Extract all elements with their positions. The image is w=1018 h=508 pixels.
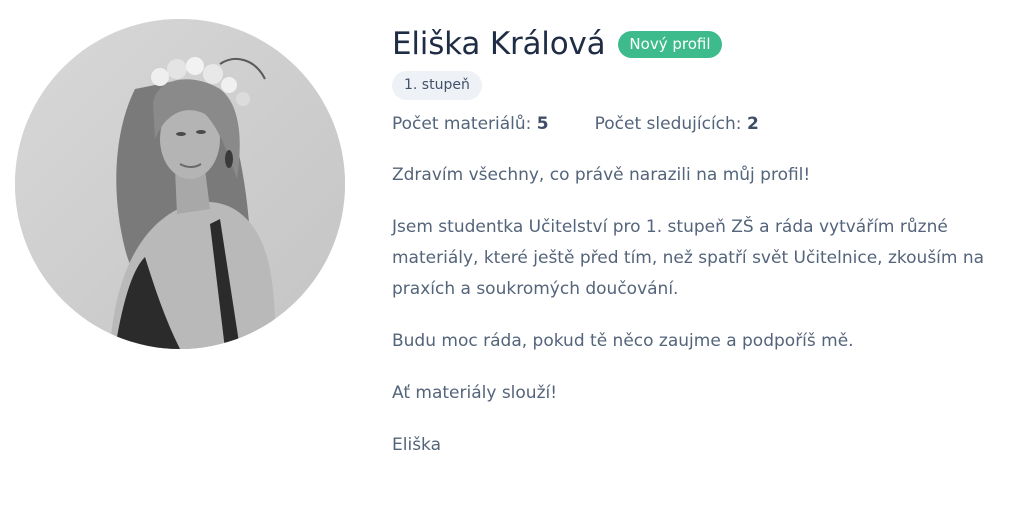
bio-paragraph: Budu moc ráda, pokud tě něco zaujme a po…: [392, 331, 854, 351]
bio-paragraph: Zdravím všechny, co právě narazili na mů…: [392, 165, 811, 185]
profile-info: Eliška Králová Nový profil 1. stupeň Poč…: [392, 22, 1012, 482]
bio-signature: Eliška: [392, 435, 442, 455]
profile-name: Eliška Králová: [392, 26, 606, 62]
followers-count: 2: [746, 114, 759, 134]
materials-stat: Počet materiálů: 5: [392, 114, 549, 134]
materials-count: 5: [536, 114, 549, 134]
profile-stats: Počet materiálů: 5 Počet sledujících: 2: [392, 114, 1012, 134]
bio-paragraph: Ať materiály slouží!: [392, 383, 558, 403]
followers-stat: Počet sledujících: 2: [595, 114, 759, 134]
grade-tag[interactable]: 1. stupeň: [392, 71, 482, 100]
followers-label: Počet sledujících:: [594, 114, 742, 134]
materials-label: Počet materiálů:: [392, 114, 532, 134]
bio-paragraph: Jsem studentka Učitelství pro 1. stupeň …: [392, 217, 985, 299]
profile-bio: Zdravím všechny, co právě narazili na mů…: [392, 160, 1012, 461]
new-profile-badge: Nový profil: [618, 30, 722, 58]
avatar-photo: [15, 19, 345, 349]
profile-avatar: [15, 19, 345, 349]
profile-header: Eliška Králová Nový profil: [392, 22, 1012, 66]
